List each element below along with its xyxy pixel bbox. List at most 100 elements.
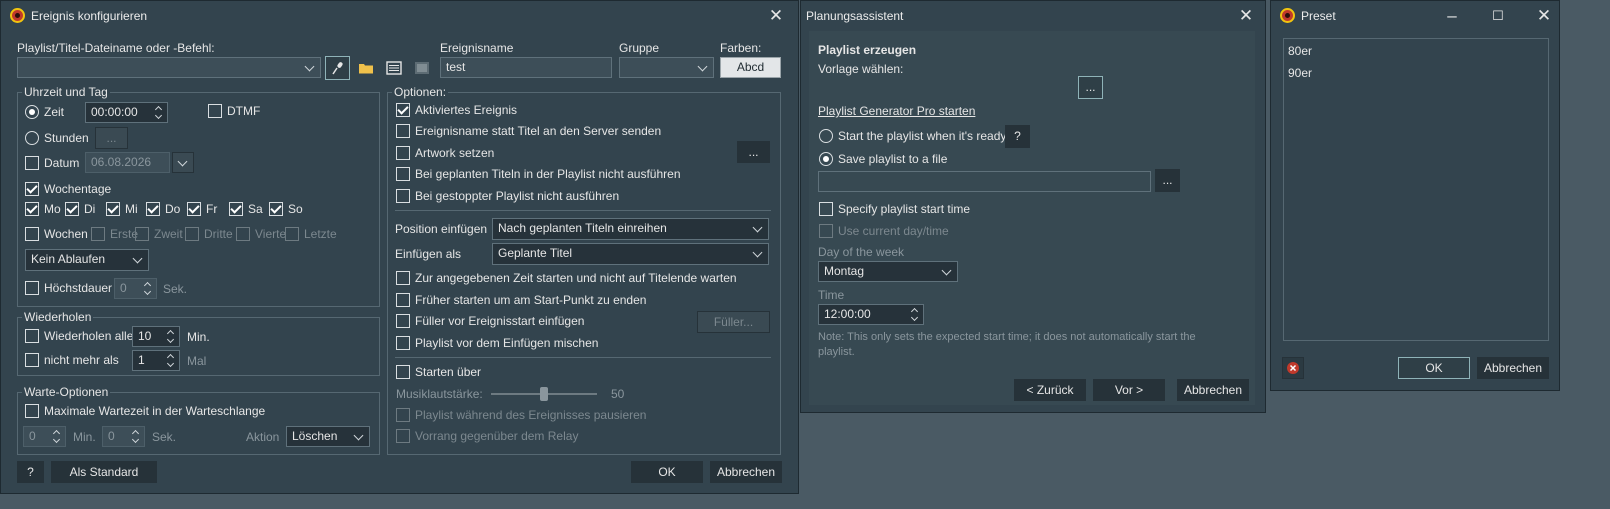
week-vierte-checkbox[interactable]: Vierte: [236, 227, 286, 241]
repeat-max-label: nicht mehr als: [44, 353, 119, 367]
week-erste-checkbox[interactable]: Erste: [91, 227, 138, 241]
preset-list-item[interactable]: 80er: [1288, 44, 1312, 58]
colors-button[interactable]: Abcd: [720, 57, 781, 78]
event-name-input[interactable]: test: [440, 57, 612, 78]
option-sendname-checkbox[interactable]: Ereignisname statt Titel an den Server s…: [396, 124, 661, 138]
day-so-checkbox[interactable]: So: [269, 202, 303, 216]
repeat-max-checkbox[interactable]: nicht mehr als: [25, 353, 119, 367]
stunden-button[interactable]: ...: [95, 127, 128, 149]
preset-list-item[interactable]: 90er: [1288, 66, 1312, 80]
group-combo[interactable]: [619, 57, 714, 78]
pause-playlist-checkbox[interactable]: Playlist während des Ereignisses pausier…: [396, 408, 646, 422]
wait-sec-input[interactable]: 0: [102, 426, 145, 447]
day-fr-checkbox[interactable]: Fr: [187, 202, 217, 216]
help-button[interactable]: ?: [17, 461, 44, 483]
option-shuffle-checkbox[interactable]: Playlist vor dem Einfügen mischen: [396, 336, 598, 350]
position-combo[interactable]: Nach geplanten Titeln einreihen: [492, 218, 769, 240]
wochen-checkbox[interactable]: Wochen: [25, 227, 88, 241]
maxdur-checkbox[interactable]: Höchstdauer: [25, 281, 112, 295]
close-icon[interactable]: ✕: [1233, 4, 1259, 28]
use-current-checkbox[interactable]: Use current day/time: [819, 224, 949, 238]
day-di-checkbox[interactable]: Di: [65, 202, 95, 216]
week-zweit-checkbox[interactable]: Zweit: [135, 227, 183, 241]
minimize-icon[interactable]: –: [1439, 4, 1465, 28]
day-sa-checkbox[interactable]: Sa: [229, 202, 263, 216]
zeit-radio[interactable]: Zeit: [25, 105, 64, 119]
option-enabled-checkbox[interactable]: Aktiviertes Ereignis: [396, 103, 517, 117]
option-filler-checkbox[interactable]: Füller vor Ereignisstart einfügen: [396, 314, 584, 328]
day-mo-checkbox[interactable]: Mo: [25, 202, 61, 216]
close-icon[interactable]: ✕: [1531, 4, 1557, 28]
radio-dot: [25, 105, 39, 119]
action-label: Aktion: [246, 430, 280, 444]
playlist-generator-link[interactable]: Playlist Generator Pro starten: [818, 104, 975, 118]
music-volume-slider[interactable]: [491, 387, 597, 401]
stunden-radio[interactable]: Stunden: [25, 131, 89, 145]
expiry-combo[interactable]: Kein Ablaufen: [25, 249, 149, 271]
relay-priority-checkbox[interactable]: Vorrang gegenüber dem Relay: [396, 429, 578, 443]
option-label: Früher starten um am Start-Punkt zu ende…: [415, 293, 647, 307]
action-combo[interactable]: Löschen: [286, 426, 370, 447]
day-mi-checkbox[interactable]: Mi: [106, 202, 138, 216]
close-icon[interactable]: ✕: [763, 4, 789, 28]
save-file-browse-button[interactable]: ...: [1155, 169, 1180, 192]
playlist-combo[interactable]: [17, 57, 321, 78]
cancel-button[interactable]: Abbrechen: [710, 461, 782, 483]
wizard-cancel-button[interactable]: Abbrechen: [1177, 379, 1249, 401]
wait-min-input[interactable]: 0: [23, 426, 66, 447]
ok-button[interactable]: OK: [631, 461, 703, 483]
datum-checkbox[interactable]: Datum: [25, 156, 79, 170]
back-button[interactable]: < Zurück: [1014, 379, 1086, 401]
start-over-checkbox[interactable]: Starten über: [396, 365, 481, 379]
title-bar[interactable]: Preset – ☐ ✕: [1271, 1, 1559, 31]
list-button[interactable]: [382, 56, 406, 80]
week-dritte-checkbox[interactable]: Dritte: [185, 227, 233, 241]
repeat-max-input[interactable]: 1: [132, 350, 180, 371]
delete-icon: [1287, 362, 1299, 374]
maximize-icon[interactable]: ☐: [1485, 4, 1511, 28]
start-when-ready-radio[interactable]: Start the playlist when it's ready: [819, 129, 1006, 143]
image-button[interactable]: [410, 56, 434, 80]
maxwait-checkbox[interactable]: Maximale Wartezeit in der Warteschlange: [25, 404, 265, 418]
checkbox-box: [396, 103, 410, 117]
next-button[interactable]: Vor >: [1093, 379, 1165, 401]
wizard-help-button[interactable]: ?: [1005, 125, 1030, 148]
title-bar[interactable]: Planungsassistent ✕: [801, 1, 1265, 31]
delete-preset-button[interactable]: [1282, 357, 1304, 379]
time-input[interactable]: 12:00:00: [818, 304, 924, 325]
preset-list[interactable]: 80er 90er: [1283, 38, 1549, 341]
day-do-checkbox[interactable]: Do: [146, 202, 180, 216]
open-folder-button[interactable]: [354, 56, 378, 80]
save-to-file-radio[interactable]: Save playlist to a file: [819, 152, 947, 166]
dow-combo[interactable]: Montag: [818, 261, 958, 282]
wochentage-checkbox[interactable]: Wochentage: [25, 182, 111, 196]
option-early-start-checkbox[interactable]: Früher starten um am Start-Punkt zu ende…: [396, 293, 646, 307]
filler-button[interactable]: Füller...: [697, 311, 770, 333]
dtmf-checkbox[interactable]: DTMF: [208, 104, 260, 118]
insert-combo[interactable]: Geplante Titel: [492, 243, 769, 265]
maxdur-input[interactable]: 0: [114, 278, 157, 299]
title-bar[interactable]: Ereignis konfigurieren ✕: [1, 1, 798, 31]
specify-start-time-checkbox[interactable]: Specify playlist start time: [819, 202, 970, 216]
template-input[interactable]: [818, 77, 1073, 98]
week-letzte-checkbox[interactable]: Letzte: [285, 227, 337, 241]
preset-ok-button[interactable]: OK: [1398, 357, 1470, 379]
list-icon: [386, 61, 402, 75]
save-file-input[interactable]: [818, 171, 1151, 192]
option-skip-stopped-checkbox[interactable]: Bei gestoppter Playlist nicht ausführen: [396, 189, 619, 203]
datum-input[interactable]: 06.08.2026: [85, 152, 170, 173]
datum-dropdown[interactable]: [172, 152, 194, 173]
checkbox-box: [229, 202, 243, 216]
preset-cancel-button[interactable]: Abbrechen: [1477, 357, 1549, 379]
repeat-every-checkbox[interactable]: Wiederholen alle: [25, 329, 133, 343]
mic-button[interactable]: [325, 56, 350, 80]
option-start-now-checkbox[interactable]: Zur angegebenen Zeit starten und nicht a…: [396, 271, 737, 285]
template-browse-button[interactable]: ...: [1078, 76, 1103, 99]
option-skip-scheduled-checkbox[interactable]: Bei geplanten Titeln in der Playlist nic…: [396, 167, 681, 181]
set-default-button[interactable]: Als Standard: [51, 461, 157, 483]
repeat-every-input[interactable]: 10: [132, 326, 180, 347]
option-artwork-checkbox[interactable]: Artwork setzen: [396, 146, 494, 160]
artwork-button[interactable]: ...: [737, 141, 770, 163]
zeit-input[interactable]: 00:00:00: [85, 102, 168, 123]
slider-thumb[interactable]: [540, 387, 548, 401]
